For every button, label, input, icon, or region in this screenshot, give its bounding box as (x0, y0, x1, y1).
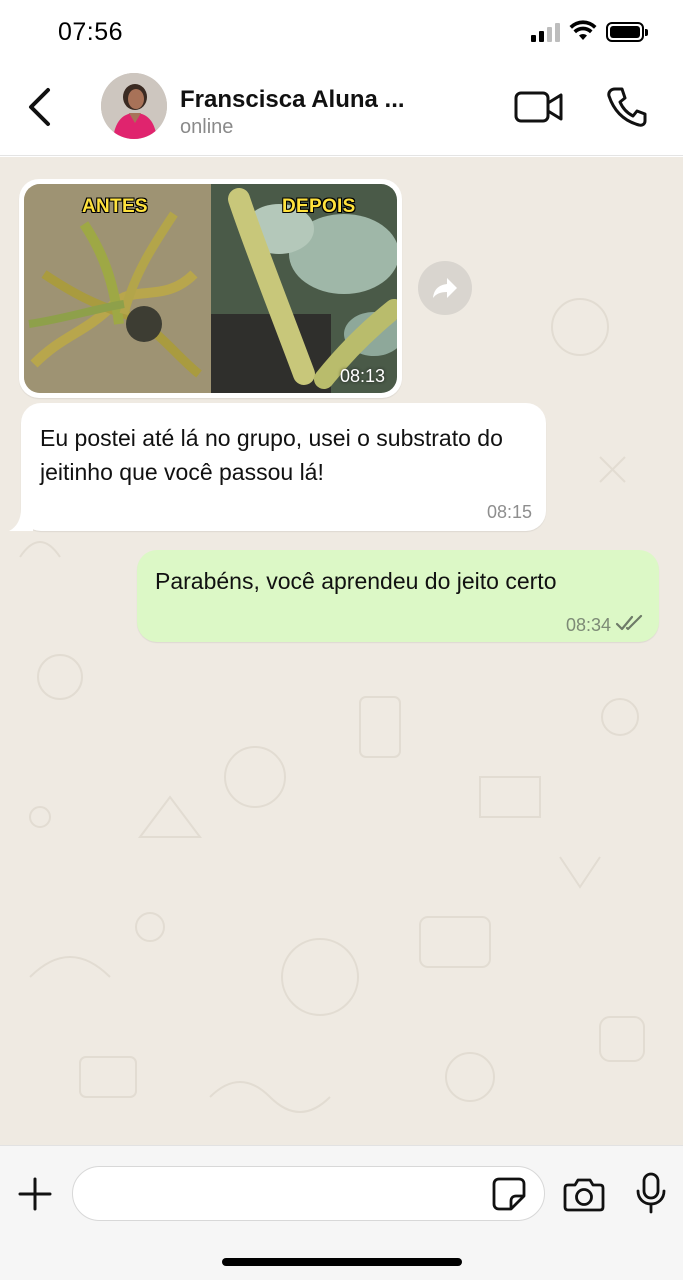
signal-icon (531, 22, 561, 42)
battery-icon (606, 22, 648, 42)
forward-button[interactable] (418, 261, 472, 315)
plus-icon[interactable] (17, 1176, 53, 1212)
chat-header: Franscisca Aluna ... online (0, 64, 683, 156)
message-text: Parabéns, você aprendeu do jeito certo (155, 568, 557, 594)
back-icon[interactable] (24, 86, 56, 128)
contact-name[interactable]: Franscisca Aluna ... (180, 86, 405, 114)
incoming-message[interactable]: Eu postei até lá no grupo, usei o substr… (9, 403, 546, 531)
image-message[interactable]: ANTES DEPOIS 08:13 (19, 179, 402, 398)
bubble-tail (9, 509, 33, 531)
avatar[interactable] (101, 73, 167, 139)
contact-status: online (180, 116, 234, 138)
after-label: DEPOIS (282, 196, 356, 217)
video-call-icon[interactable] (514, 90, 564, 124)
chat-area[interactable]: ANTES DEPOIS 08:13 Eu postei até lá no g… (0, 157, 683, 1145)
camera-icon[interactable] (563, 1176, 605, 1212)
home-indicator (222, 1258, 462, 1266)
message-time: 08:15 (486, 502, 532, 522)
message-text: Eu postei até lá no grupo, usei o substr… (40, 425, 503, 485)
message-input[interactable] (72, 1166, 545, 1221)
outgoing-message[interactable]: Parabéns, você aprendeu do jeito certo 0… (137, 550, 659, 642)
status-time: 07:56 (58, 18, 124, 46)
input-bar (0, 1145, 683, 1280)
sticker-icon[interactable] (491, 1176, 527, 1212)
microphone-icon[interactable] (635, 1172, 667, 1214)
wifi-icon (569, 20, 597, 40)
forward-icon (433, 278, 457, 298)
before-label: ANTES (82, 196, 148, 217)
read-ticks-icon (615, 614, 643, 631)
message-time: 08:13 (339, 366, 385, 386)
status-bar: 07:56 (0, 0, 683, 64)
before-after-image[interactable]: ANTES DEPOIS 08:13 (24, 184, 397, 393)
message-time: 08:34 (565, 615, 611, 635)
voice-call-icon[interactable] (606, 86, 648, 128)
